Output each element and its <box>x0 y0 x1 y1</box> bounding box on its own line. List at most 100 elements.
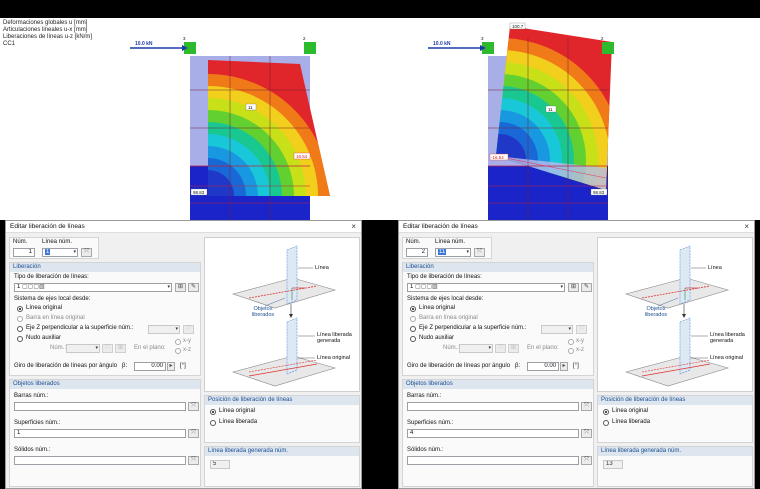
plane-xz-label: x-z <box>183 347 191 353</box>
top-value-label: 100.7 <box>512 24 524 29</box>
new-node-icon[interactable]: ⊞ <box>508 344 519 353</box>
radio-plane-xz[interactable] <box>568 348 574 354</box>
contour-bands <box>208 60 330 196</box>
release-type-label: Tipo de liberación de líneas: <box>14 274 89 280</box>
surfaces-label: Superficies núm.: <box>407 420 454 426</box>
pick-members-icon[interactable]: ⤧ <box>581 402 592 411</box>
surface-num-select[interactable]: ▾ <box>148 325 180 334</box>
radio-eje-z[interactable] <box>410 326 416 332</box>
chevron-down-icon: ▾ <box>73 249 76 255</box>
radio-linea-original[interactable] <box>17 306 23 312</box>
radio-barra[interactable] <box>410 316 416 322</box>
release-illustration: Línea Objetos liberados Línea liberada g… <box>204 237 360 392</box>
surfaces-input[interactable]: 4 <box>407 429 579 438</box>
radio-eje-z[interactable] <box>17 326 23 332</box>
opt-eje-z-label: Eje Z perpendicular a la superficie núm.… <box>419 325 527 331</box>
pick-surfaces-icon[interactable]: ⤧ <box>188 429 199 438</box>
dialog-title: Editar liberación de líneas <box>403 223 478 230</box>
opt-eje-z-label: Eje Z perpendicular a la superficie núm.… <box>26 325 134 331</box>
min-value-label: -16.54 <box>491 155 504 160</box>
new-type-icon[interactable]: ⊞ <box>568 283 579 292</box>
node-num-label: Núm.: <box>50 345 67 351</box>
radio-pos-original[interactable] <box>210 409 216 415</box>
surface-num-select[interactable]: ▾ <box>541 325 573 334</box>
pick-node-icon[interactable]: ⤧ <box>495 344 506 353</box>
surfaces-input[interactable]: 1 <box>14 429 186 438</box>
plane-xz-label: x-z <box>576 347 584 353</box>
pick-surfaces-icon[interactable]: ⤧ <box>581 429 592 438</box>
beta-stepper-icon[interactable]: ▸ <box>560 362 568 371</box>
surfaces-label: Superficies núm.: <box>14 420 61 426</box>
pick-solids-icon[interactable]: ⤧ <box>188 456 199 465</box>
model-viewport[interactable]: Deformaciones globales u [mm] Articulaci… <box>0 18 760 220</box>
position-header: Posición de liberación de líneas <box>598 396 752 405</box>
num-label: Núm. <box>406 239 421 245</box>
pick-node-icon[interactable]: ⤧ <box>102 344 113 353</box>
dialog-title: Editar liberación de líneas <box>10 223 85 230</box>
pick-members-icon[interactable]: ⤧ <box>188 402 199 411</box>
beta-stepper-icon[interactable]: ▸ <box>167 362 175 371</box>
members-input[interactable] <box>407 402 579 411</box>
line-num-select[interactable]: 11 ▾ <box>435 248 471 257</box>
radio-pos-original[interactable] <box>603 409 609 415</box>
members-input[interactable] <box>14 402 186 411</box>
in-plane-label: En el plano: <box>527 345 559 351</box>
position-section: Posición de liberación de líneas Línea o… <box>204 395 360 443</box>
radio-plane-xy[interactable] <box>175 339 181 345</box>
pick-surface-icon[interactable]: ⤧ <box>183 325 194 334</box>
pick-surface-icon[interactable]: ⤧ <box>576 325 587 334</box>
beta-label: β: <box>515 363 521 369</box>
node-label: 2 <box>601 36 604 41</box>
dialog-titlebar[interactable]: Editar liberación de líneas × <box>399 221 754 233</box>
generated-line-header: Línea liberada generada núm. <box>598 447 752 456</box>
pick-line-icon[interactable]: ⤧ <box>474 248 485 257</box>
beta-input[interactable]: 0.00 <box>134 362 166 371</box>
release-type-select[interactable]: 1 ▢▢▢▧ ▾ <box>407 283 565 292</box>
num-field[interactable]: 1 <box>13 248 35 257</box>
radio-nudo[interactable] <box>410 336 416 342</box>
new-node-icon[interactable]: ⊞ <box>115 344 126 353</box>
num-label: Núm. <box>13 239 28 245</box>
pick-solids-icon[interactable]: ⤧ <box>581 456 592 465</box>
edit-line-release-dialog-2[interactable]: Editar liberación de líneas × Núm. 2 Lín… <box>398 220 755 489</box>
radio-pos-liberada[interactable] <box>210 420 216 426</box>
chevron-down-icon: ▾ <box>95 345 98 351</box>
solids-input[interactable] <box>14 456 186 465</box>
solids-input[interactable] <box>407 456 579 465</box>
dialog-titlebar[interactable]: Editar liberación de líneas × <box>6 221 361 233</box>
pick-line-icon[interactable]: ⤧ <box>81 248 92 257</box>
chevron-down-icon: ▾ <box>466 249 469 255</box>
radio-barra[interactable] <box>17 316 23 322</box>
radio-plane-xz[interactable] <box>175 348 181 354</box>
new-type-icon[interactable]: ⊞ <box>175 283 186 292</box>
node-num-select[interactable]: ▾ <box>459 344 493 353</box>
chevron-down-icon: ▾ <box>560 284 563 290</box>
num-field[interactable]: 2 <box>406 248 428 257</box>
line-num-select[interactable]: 1 ▾ <box>42 248 78 257</box>
members-label: Barras núm.: <box>14 393 49 399</box>
pos-original-label: Línea original <box>219 408 256 414</box>
edit-line-release-dialog-1[interactable]: Editar liberación de líneas × Núm. 1 Lín… <box>5 220 362 489</box>
released-objects-section: Objetos liberados Barras núm.: ⤧ Superfi… <box>402 379 594 487</box>
edit-type-icon[interactable]: ✎ <box>188 283 199 292</box>
close-icon[interactable]: × <box>351 221 356 233</box>
axis-system-label: Sistema de ejes local desde: <box>407 296 484 302</box>
node-label: 3 <box>481 36 484 41</box>
center-value-label: 11 <box>548 107 553 112</box>
bottom-value-label: 98.83 <box>193 190 205 195</box>
radio-plane-xy[interactable] <box>568 339 574 345</box>
release-type-select[interactable]: 1 ▢▢▢▧ ▾ <box>14 283 172 292</box>
node-num-select[interactable]: ▾ <box>66 344 100 353</box>
close-icon[interactable]: × <box>744 221 749 233</box>
release-header: Liberación <box>10 263 200 272</box>
in-plane-label: En el plano: <box>134 345 166 351</box>
number-panel: Núm. 1 Línea núm. 1 ▾ ⤧ <box>9 237 99 259</box>
edit-type-icon[interactable]: ✎ <box>581 283 592 292</box>
radio-linea-original[interactable] <box>410 306 416 312</box>
generated-line-field: 5 <box>210 460 230 469</box>
released-objects-header: Objetos liberados <box>10 380 200 389</box>
radio-pos-liberada[interactable] <box>603 420 609 426</box>
radio-nudo[interactable] <box>17 336 23 342</box>
beta-input[interactable]: 0.00 <box>527 362 559 371</box>
opt-barra-label: Barra en línea original <box>419 315 478 321</box>
